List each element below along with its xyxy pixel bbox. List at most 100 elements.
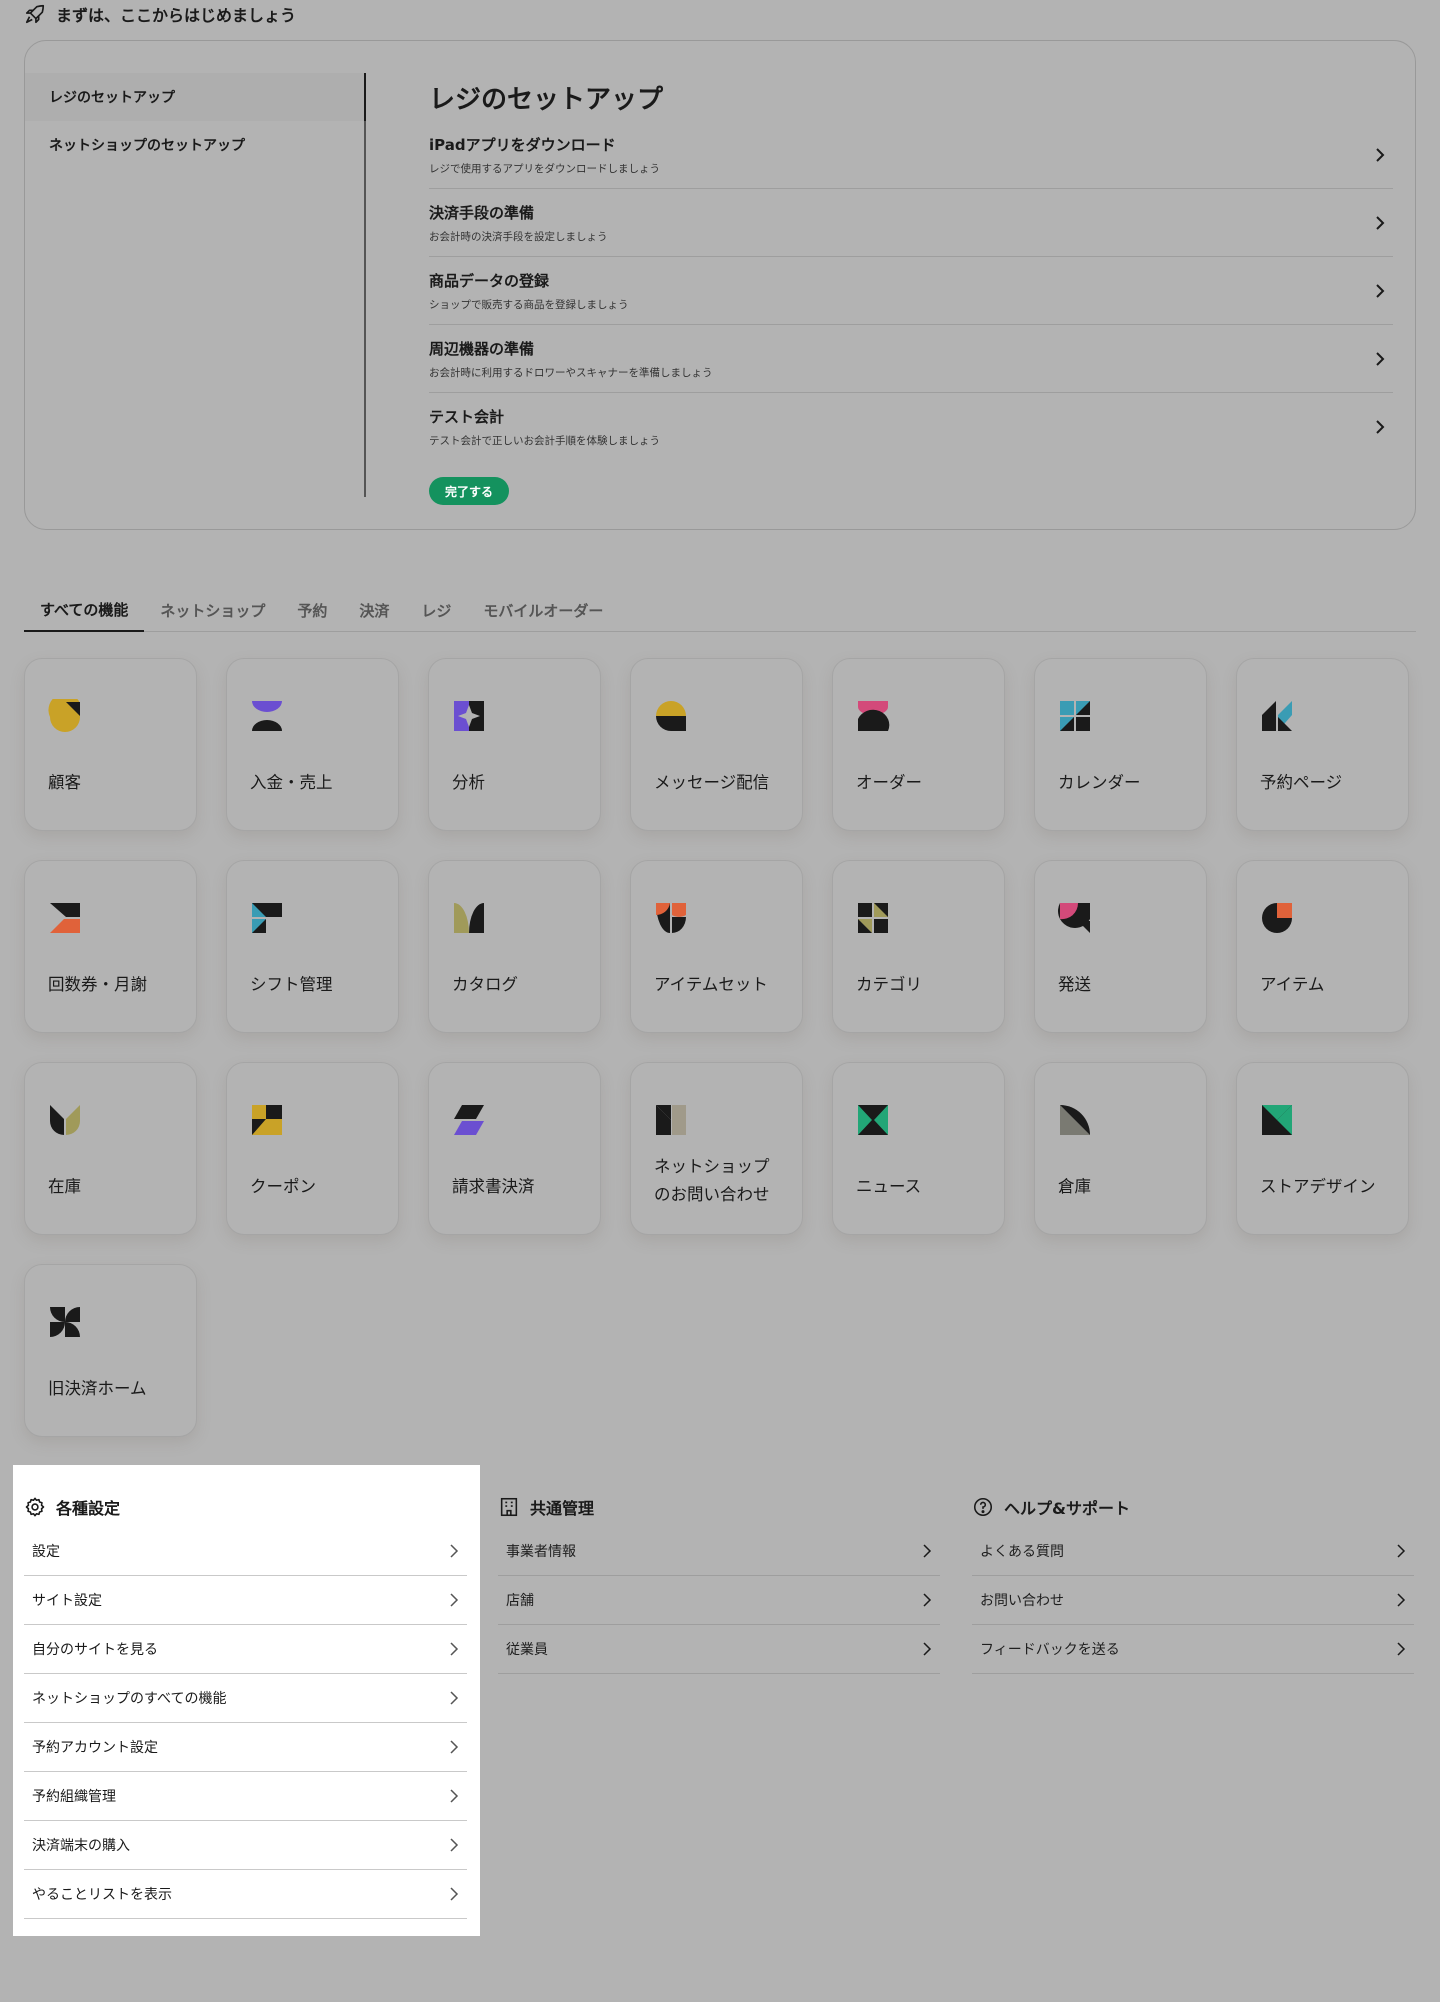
feature-tile-invoice[interactable]: 請求書決済: [428, 1062, 601, 1235]
settings-title: 各種設定: [56, 1499, 121, 1518]
chevron-right-icon: [923, 1544, 932, 1558]
feature-tile-calendar[interactable]: カレンダー: [1034, 658, 1207, 831]
feature-label: 入金・売上: [250, 773, 333, 792]
settings-item-reservation-org[interactable]: 予約組織管理: [24, 1772, 467, 1821]
customer-icon: [48, 699, 80, 732]
chevron-right-icon: [450, 1642, 459, 1656]
common-item-stores[interactable]: 店舗: [498, 1576, 940, 1625]
tab-all-features[interactable]: すべての機能: [24, 588, 145, 632]
feature-tile-news[interactable]: ニュース: [832, 1062, 1005, 1235]
chevron-right-icon: [1376, 216, 1385, 230]
feature-label: 請求書決済: [452, 1177, 535, 1196]
deposit-sales-icon: [252, 701, 282, 731]
feature-tile-warehouse[interactable]: 倉庫: [1034, 1062, 1207, 1235]
feature-tile-inventory[interactable]: 在庫: [24, 1062, 197, 1235]
settings-item-buy-terminal[interactable]: 決済端末の購入: [24, 1821, 467, 1870]
step-desc: テスト会計で正しいお会計手順を体験しましょう: [429, 435, 660, 447]
tab-payment[interactable]: 決済: [343, 588, 405, 632]
list-item-label: 従業員: [506, 1642, 548, 1658]
list-item-label: サイト設定: [32, 1593, 102, 1609]
chevron-right-icon: [450, 1740, 459, 1754]
building-icon: [500, 1497, 518, 1517]
feature-tile-item[interactable]: アイテム: [1236, 860, 1409, 1033]
warehouse-icon: [1060, 1105, 1090, 1135]
common-item-employees[interactable]: 従業員: [498, 1625, 940, 1674]
step-desc: レジで使用するアプリをダウンロードしましょう: [429, 162, 660, 175]
settings-item-view-site[interactable]: 自分のサイトを見る: [24, 1625, 467, 1674]
feature-tile-coupon[interactable]: クーポン: [226, 1062, 399, 1235]
step-title: 決済手段の準備: [429, 203, 535, 222]
feature-tile-reservation-page[interactable]: 予約ページ: [1236, 658, 1409, 831]
help-item-contact[interactable]: お問い合わせ: [972, 1576, 1414, 1625]
feature-tile-message[interactable]: メッセージ配信: [630, 658, 803, 831]
feature-label: アイテムセット: [654, 975, 768, 994]
chevron-right-icon: [1376, 148, 1385, 162]
feature-tile-catalog[interactable]: カタログ: [428, 860, 601, 1033]
feature-label: カレンダー: [1058, 773, 1141, 792]
analytics-icon: [454, 701, 484, 731]
feature-tile-item-set[interactable]: アイテムセット: [630, 860, 803, 1033]
step-download-app[interactable]: iPadアプリをダウンロード レジで使用するアプリをダウンロードしましょう: [429, 121, 1393, 189]
step-desc: お会計時の決済手段を設定しましょう: [429, 230, 608, 243]
settings-item-site-settings[interactable]: サイト設定: [24, 1576, 467, 1625]
chevron-right-icon: [450, 1887, 459, 1901]
help-item-faq[interactable]: よくある質問: [972, 1527, 1414, 1576]
list-item-label: 設定: [32, 1544, 60, 1560]
feature-label: オーダー: [856, 773, 922, 792]
step-test-checkout[interactable]: テスト会計 テスト会計で正しいお会計手順を体験しましょう: [429, 393, 1393, 461]
feature-label: カタログ: [452, 975, 518, 994]
start-header: まずは、ここからはじめましょう: [24, 2, 296, 26]
chevron-right-icon: [450, 1593, 459, 1607]
feature-label: アイテム: [1260, 975, 1325, 994]
feature-tile-analytics[interactable]: 分析: [428, 658, 601, 831]
news-icon: [858, 1105, 888, 1135]
step-title: 商品データの登録: [429, 271, 550, 290]
step-peripherals[interactable]: 周辺機器の準備 お会計時に利用するドロワーやスキャナーを準備しましょう: [429, 325, 1393, 393]
step-payment-methods[interactable]: 決済手段の準備 お会計時の決済手段を設定しましょう: [429, 189, 1393, 257]
tab-mobile-order[interactable]: モバイルオーダー: [467, 588, 619, 632]
feature-label: 回数券・月謝: [48, 975, 147, 994]
settings-item-todo-list[interactable]: やることリストを表示: [24, 1870, 467, 1919]
help-item-feedback[interactable]: フィードバックを送る: [972, 1625, 1414, 1674]
feature-tile-inquiry[interactable]: ネットショップ のお問い合わせ: [630, 1062, 803, 1235]
settings-list: 各種設定 設定 サイト設定 自分のサイトを見る ネットショップのすべての機能 予…: [24, 1487, 467, 1919]
step-title: 周辺機器の準備: [429, 339, 535, 358]
invoice-icon: [454, 1105, 484, 1135]
side-item-register-setup[interactable]: レジのセットアップ: [25, 73, 365, 121]
common-item-business-info[interactable]: 事業者情報: [498, 1527, 940, 1576]
list-item-label: フィードバックを送る: [980, 1642, 1120, 1658]
tab-netshop[interactable]: ネットショップ: [144, 588, 281, 632]
gear-icon: [25, 1497, 45, 1517]
calendar-icon: [1060, 701, 1090, 731]
feature-tile-shift[interactable]: シフト管理: [226, 860, 399, 1033]
side-item-netshop-setup[interactable]: ネットショップのセットアップ: [25, 121, 365, 169]
setup-heading: レジのセットアップ: [429, 84, 664, 115]
step-desc: ショップで販売する商品を登録しましょう: [429, 298, 629, 311]
settings-item-netshop-all-features[interactable]: ネットショップのすべての機能: [24, 1674, 467, 1723]
settings-item-reservation-account[interactable]: 予約アカウント設定: [24, 1723, 467, 1772]
feature-tile-shipping[interactable]: 発送: [1034, 860, 1207, 1033]
tab-reservation[interactable]: 予約: [281, 588, 343, 632]
feature-tile-customer[interactable]: 顧客: [24, 658, 197, 831]
step-product-data[interactable]: 商品データの登録 ショップで販売する商品を登録しましょう: [429, 257, 1393, 325]
feature-tile-category[interactable]: カテゴリ: [832, 860, 1005, 1033]
feature-tile-store-design[interactable]: ストアデザイン: [1236, 1062, 1409, 1235]
help-header: ヘルプ&サポート: [972, 1487, 1414, 1527]
feature-tile-deposit-sales[interactable]: 入金・売上: [226, 658, 399, 831]
settings-item-settings[interactable]: 設定: [24, 1527, 467, 1576]
help-title: ヘルプ&サポート: [1004, 1499, 1130, 1518]
list-item-label: 予約アカウント設定: [32, 1740, 158, 1756]
complete-button[interactable]: 完了する: [429, 477, 509, 505]
list-item-label: お問い合わせ: [980, 1593, 1064, 1609]
list-item-label: 店舗: [506, 1593, 534, 1609]
shipping-icon: [1058, 903, 1090, 933]
feature-tile-ticket[interactable]: 回数券・月謝: [24, 860, 197, 1033]
start-title: まずは、ここからはじめましょう: [56, 6, 297, 25]
help-support-list: ヘルプ&サポート よくある質問 お問い合わせ フィードバックを送る: [972, 1487, 1414, 1674]
feature-tile-legacy-payment[interactable]: 旧決済ホーム: [24, 1264, 197, 1437]
tab-register[interactable]: レジ: [405, 588, 467, 632]
order-icon: [858, 701, 890, 731]
feature-tile-order[interactable]: オーダー: [832, 658, 1005, 831]
feature-label: 予約ページ: [1260, 773, 1343, 792]
ticket-icon: [50, 903, 80, 933]
